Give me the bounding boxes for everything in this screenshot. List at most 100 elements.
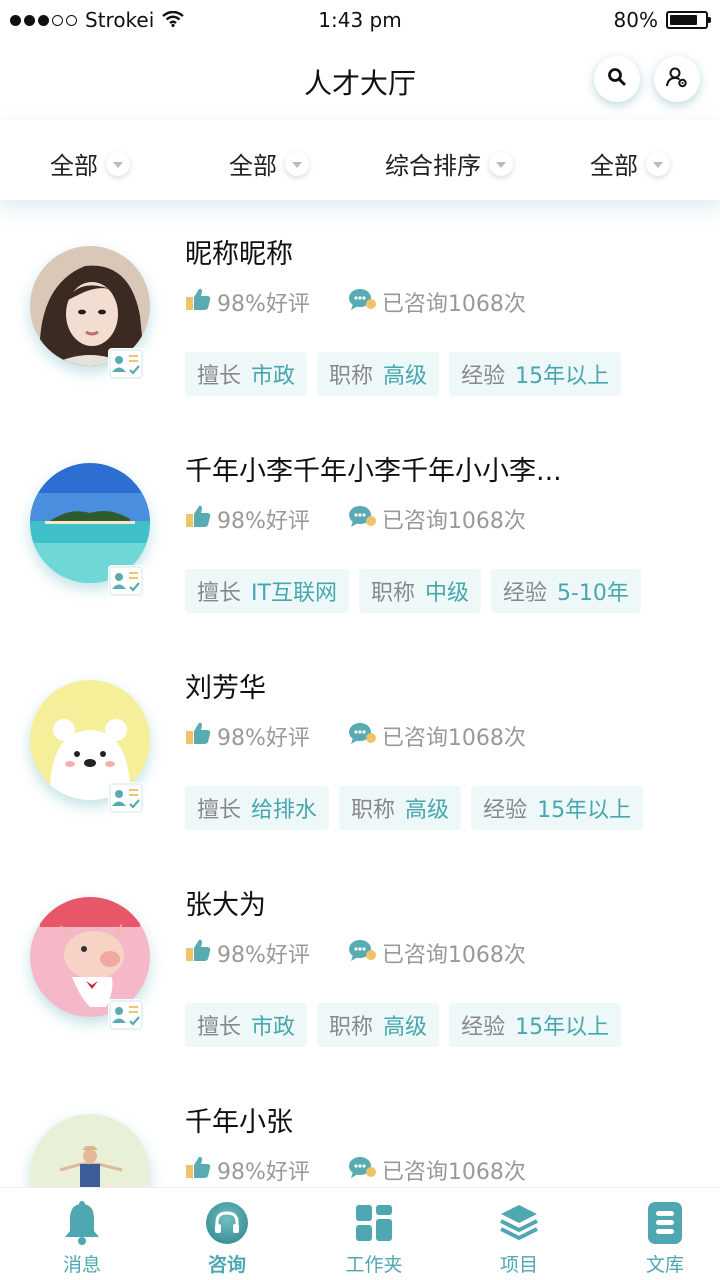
rating-stat: 98%好评 (185, 1154, 310, 1186)
bell-icon (59, 1200, 105, 1246)
status-time: 1:43 pm (318, 8, 402, 32)
tag: 擅长 给排水 (185, 786, 330, 830)
chevron-down-icon (106, 151, 130, 176)
filter-category[interactable]: 全部 (50, 146, 130, 181)
avatar (30, 1114, 150, 1187)
tag: 职称 高级 (339, 786, 462, 830)
thumbs-up-icon (185, 504, 211, 534)
thumbs-up-icon (185, 287, 211, 317)
tab-label: 消息 (62, 1254, 101, 1276)
tag-value: 中级 (424, 581, 469, 606)
tab-consult[interactable]: 咨询 (155, 1188, 299, 1280)
tag-key: 擅长 (197, 1015, 242, 1040)
talent-tags: 擅长 市政 职称 高级 经验 15年以上 (185, 1003, 622, 1047)
rating-text: 98%好评 (217, 292, 310, 317)
tag: 经验 15年以上 (471, 786, 644, 830)
tab-projects[interactable]: 项目 (447, 1188, 591, 1280)
tag-key: 经验 (461, 364, 506, 389)
talent-tags: 擅长 给排水 职称 高级 经验 15年以上 (185, 786, 644, 830)
tag: 擅长 市政 (185, 1003, 308, 1047)
layers-icon (496, 1200, 542, 1246)
consult-count: 已咨询1068次 (381, 509, 526, 534)
talent-card[interactable]: 张大为 98%好评 已咨询1068次 擅长 市政 职称 高级 经验 15年以上 (0, 851, 720, 1068)
tag: 经验 15年以上 (449, 1003, 622, 1047)
tag: 职称 高级 (317, 1003, 440, 1047)
rating-text: 98%好评 (217, 943, 310, 968)
talent-tags: 擅长 市政 职称 高级 经验 15年以上 (185, 352, 622, 396)
chevron-down-icon (646, 151, 670, 176)
filter-sort[interactable]: 综合排序 (385, 146, 513, 181)
talent-card[interactable]: 千年小李千年小李千年小小李... 98%好评 已咨询1068次 擅长 IT互联网 职称 中级… (0, 417, 720, 634)
rating-stat: 98%好评 (185, 503, 310, 535)
search-button[interactable] (594, 56, 640, 102)
filter-label: 全部 (50, 152, 98, 180)
battery-percent: 80% (613, 8, 658, 32)
talent-name: 张大为 (185, 890, 266, 921)
tag-key: 擅长 (197, 798, 242, 823)
tab-messages[interactable]: 消息 (10, 1188, 154, 1280)
talent-name: 千年小张 (185, 1107, 293, 1138)
verified-badge-icon (108, 348, 144, 380)
tag-key: 职称 (329, 1015, 374, 1040)
consult-count: 已咨询1068次 (381, 726, 526, 751)
consult-stat: 已咨询1068次 (348, 286, 526, 318)
chat-bubble-icon (348, 938, 376, 968)
talent-stats: 98%好评 已咨询1068次 (185, 720, 526, 752)
talent-card[interactable]: 刘芳华 98%好评 已咨询1068次 擅长 给排水 职称 高级 经验 15年以上 (0, 634, 720, 851)
tag-key: 职称 (351, 798, 396, 823)
talent-tags: 擅长 IT互联网 职称 中级 经验 5-10年 (185, 569, 641, 613)
filter-label: 全部 (590, 152, 638, 180)
filter-label: 全部 (229, 152, 277, 180)
tag-value: 高级 (383, 1015, 428, 1040)
filter-more[interactable]: 全部 (590, 146, 670, 181)
tag-key: 经验 (461, 1015, 506, 1040)
tag-key: 经验 (483, 798, 528, 823)
tab-library[interactable]: 文库 (593, 1188, 720, 1280)
tab-label: 文库 (645, 1254, 684, 1276)
talent-card[interactable]: 昵称昵称 98%好评 已咨询1068次 擅长 市政 职称 高级 经验 15年以上 (0, 200, 720, 417)
chat-bubble-icon (348, 287, 376, 317)
tag-value: 15年以上 (537, 798, 632, 823)
rating-stat: 98%好评 (185, 720, 310, 752)
tag: 职称 中级 (358, 569, 481, 613)
nav-bar: 人才大厅 (0, 40, 720, 120)
consult-count: 已咨询1068次 (381, 943, 526, 968)
talent-stats: 98%好评 已咨询1068次 (185, 503, 526, 535)
rating-stat: 98%好评 (185, 286, 310, 318)
consult-count: 已咨询1068次 (381, 1160, 526, 1185)
tag-value: IT互联网 (251, 581, 337, 606)
tab-label: 咨询 (207, 1254, 246, 1276)
user-gear-icon (665, 65, 689, 93)
chat-bubble-icon (348, 721, 376, 751)
tag-value: 5-10年 (557, 581, 629, 606)
tag: 经验 5-10年 (490, 569, 641, 613)
verified-badge-icon (108, 565, 144, 597)
talent-name: 千年小李千年小李千年小小李... (185, 456, 562, 487)
tag-value: 15年以上 (515, 1015, 610, 1040)
user-settings-button[interactable] (654, 56, 700, 102)
consult-stat: 已咨询1068次 (348, 937, 526, 969)
filter-region[interactable]: 全部 (229, 146, 309, 181)
tag-value: 高级 (405, 798, 450, 823)
chevron-down-icon (285, 151, 309, 176)
chevron-down-icon (489, 151, 513, 176)
status-bar: Strokei 1:43 pm 80% (0, 0, 720, 40)
talent-list: 昵称昵称 98%好评 已咨询1068次 擅长 市政 职称 高级 经验 15年以上 千年小李千年小李… (0, 200, 720, 1187)
tab-label: 项目 (499, 1254, 538, 1276)
talent-stats: 98%好评 已咨询1068次 (185, 937, 526, 969)
tag-value: 15年以上 (515, 364, 610, 389)
tab-label: 工作夹 (345, 1254, 403, 1276)
search-icon (607, 67, 627, 91)
talent-stats: 98%好评 已咨询1068次 (185, 1154, 526, 1186)
talent-card[interactable]: 千年小张 98%好评 已咨询1068次 (0, 1068, 720, 1187)
battery-icon (666, 11, 711, 29)
tag-key: 擅长 (197, 581, 242, 606)
talent-stats: 98%好评 已咨询1068次 (185, 286, 526, 318)
tag: 擅长 IT互联网 (185, 569, 349, 613)
tab-workspace[interactable]: 工作夹 (302, 1188, 446, 1280)
tag-key: 擅长 (197, 364, 242, 389)
tab-bar: 消息 咨询 工作夹 项目 文库 (0, 1187, 720, 1280)
rating-stat: 98%好评 (185, 937, 310, 969)
tag: 职称 高级 (317, 352, 440, 396)
tag-key: 职称 (370, 581, 415, 606)
